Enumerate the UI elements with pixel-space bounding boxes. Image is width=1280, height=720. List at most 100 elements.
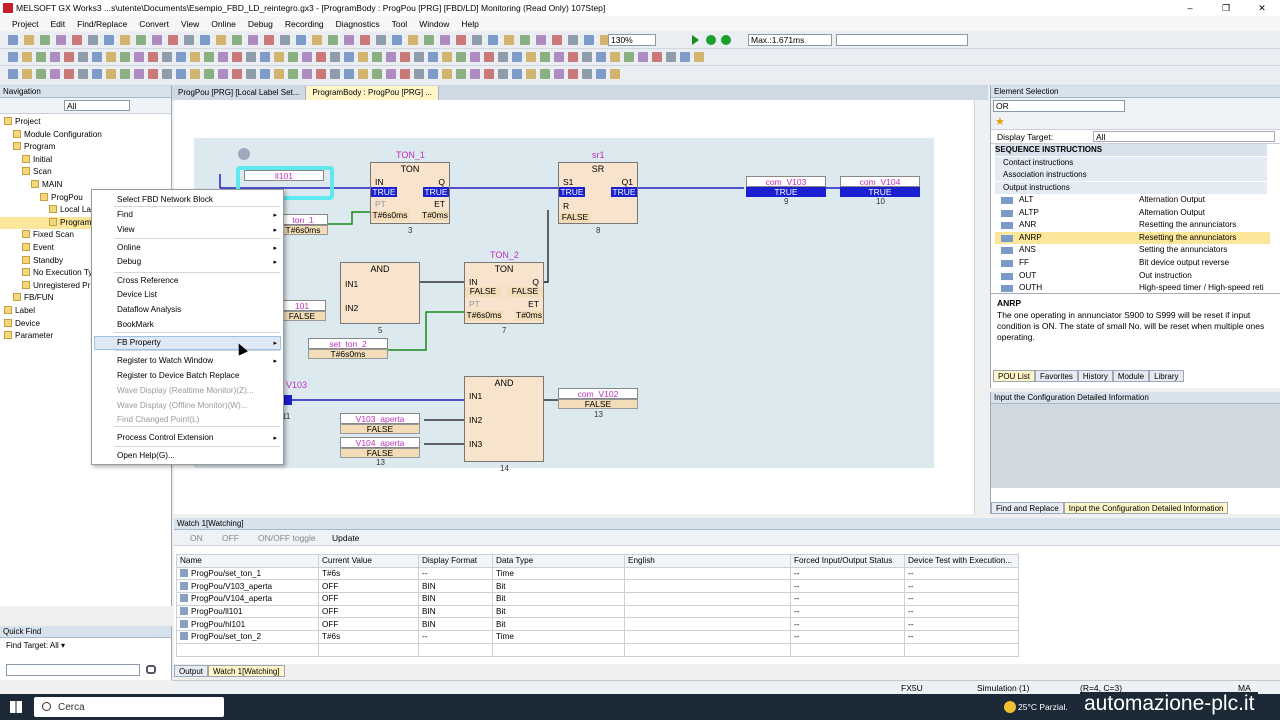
watch-column-header[interactable]: Forced Input/Output Status <box>790 554 905 568</box>
toolbar-tool-icon[interactable] <box>78 69 88 79</box>
nav-item[interactable]: Program <box>0 141 172 154</box>
toolbar-tool-icon[interactable] <box>344 35 354 45</box>
toolbar-tool-icon[interactable] <box>376 35 386 45</box>
toolbar-tool-icon[interactable] <box>386 52 396 62</box>
toolbar-tool-icon[interactable] <box>148 52 158 62</box>
element-category[interactable]: SEQUENCE INSTRUCTIONS <box>995 144 1267 156</box>
toolbar-tool-icon[interactable] <box>584 35 594 45</box>
toolbar-tool-icon[interactable] <box>470 69 480 79</box>
tab-pou-list[interactable]: POU List <box>993 370 1036 382</box>
toolbar-tool-icon[interactable] <box>442 52 452 62</box>
toolbar-tool-icon[interactable] <box>88 35 98 45</box>
element-category[interactable]: Output instructions <box>995 181 1267 194</box>
var-com-v102[interactable]: com_V102 <box>558 388 638 399</box>
quick-find-input[interactable] <box>6 664 140 676</box>
toolbar-tool-icon[interactable] <box>472 35 482 45</box>
menu-online[interactable]: Online <box>205 19 242 29</box>
binoculars-icon[interactable] <box>146 665 156 674</box>
watch-column-header[interactable]: Display Format <box>418 554 493 568</box>
tab-module[interactable]: Module <box>1112 370 1150 382</box>
toolbar-tool-icon[interactable] <box>386 69 396 79</box>
toolbar-tool-icon[interactable] <box>428 52 438 62</box>
tab-library[interactable]: Library <box>1149 370 1184 382</box>
watch-column-header[interactable]: Name <box>176 554 319 568</box>
table-row[interactable]: ProgPou/set_ton_1 T#6s -- Time -- -- <box>176 566 1019 581</box>
menu-convert[interactable]: Convert <box>133 19 175 29</box>
menu-view[interactable]: View <box>175 19 205 29</box>
toolbar-tool-icon[interactable] <box>280 35 290 45</box>
menu-diagnostics[interactable]: Diagnostics <box>330 19 386 29</box>
toolbar-tool-icon[interactable] <box>596 52 606 62</box>
var-ll101[interactable]: ll101 <box>244 170 324 181</box>
toolbar-tool-icon[interactable] <box>540 52 550 62</box>
nav-item[interactable]: Project <box>0 116 172 129</box>
toolbar-tool-icon[interactable] <box>484 69 494 79</box>
display-target-select[interactable]: All <box>1093 131 1275 142</box>
tab-watch[interactable]: Watch 1[Watching] <box>208 665 285 677</box>
toolbar-tool-icon[interactable] <box>302 52 312 62</box>
toolbar-tool-icon[interactable] <box>36 69 46 79</box>
zoom-select[interactable]: 130% <box>608 34 656 46</box>
toolbar-tool-icon[interactable] <box>358 52 368 62</box>
tab-favorites[interactable]: Favorites <box>1035 370 1078 382</box>
toolbar-tool-icon[interactable] <box>392 35 402 45</box>
toolbar-tool-icon[interactable] <box>504 35 514 45</box>
toolbar-tool-icon[interactable] <box>72 35 82 45</box>
block-ton2[interactable]: TON IN Q FALSE FALSE PT ET T#6s0ms T#0ms <box>464 262 544 324</box>
toolbar-tool-icon[interactable] <box>456 69 466 79</box>
toolbar-tool-icon[interactable] <box>50 69 60 79</box>
toolbar-tool-icon[interactable] <box>24 35 34 45</box>
toolbar-tool-icon[interactable] <box>104 35 114 45</box>
toolbar-tool-icon[interactable] <box>372 52 382 62</box>
toolbar-tool-icon[interactable] <box>440 35 450 45</box>
watch-toggle-button[interactable]: ON/OFF toggle <box>258 533 316 543</box>
toolbar-tool-icon[interactable] <box>400 69 410 79</box>
toolbar-tool-icon[interactable] <box>218 52 228 62</box>
element-row[interactable]: ANRP Resetting the annunciators <box>995 231 1270 245</box>
watch-update-button[interactable]: Update <box>332 533 359 543</box>
toolbar-tool-icon[interactable] <box>246 52 256 62</box>
menu-debug[interactable]: Debug <box>242 19 279 29</box>
toolbar-tool-icon[interactable] <box>248 35 258 45</box>
toolbar-tool-icon[interactable] <box>296 35 306 45</box>
element-search-input[interactable]: OR <box>993 100 1125 112</box>
toolbar-tool-icon[interactable] <box>106 69 116 79</box>
toolbar-tool-icon[interactable] <box>232 69 242 79</box>
toolbar-tool-icon[interactable] <box>36 52 46 62</box>
toolbar-tool-icon[interactable] <box>552 35 562 45</box>
vertical-scrollbar[interactable] <box>974 100 986 514</box>
menu-project[interactable]: Project <box>6 19 44 29</box>
toolbar-tool-icon[interactable] <box>120 69 130 79</box>
toolbar-tool-icon[interactable] <box>610 52 620 62</box>
toolbar-tool-icon[interactable] <box>274 52 284 62</box>
toolbar-tool-icon[interactable] <box>442 69 452 79</box>
element-row[interactable]: FF Bit device output reverse <box>995 257 1270 270</box>
toolbar-tool-icon[interactable] <box>168 35 178 45</box>
var-101[interactable]: 101 <box>278 300 326 311</box>
device-select[interactable] <box>836 34 968 46</box>
toolbar-tool-icon[interactable] <box>344 52 354 62</box>
toolbar-tool-icon[interactable] <box>596 69 606 79</box>
watch-on-button[interactable]: ON <box>190 533 203 543</box>
var-v104-aperta[interactable]: V104_aperta <box>340 437 420 448</box>
toolbar-tool-icon[interactable] <box>414 52 424 62</box>
toolbar-tool-icon[interactable] <box>316 52 326 62</box>
toolbar-tool-icon[interactable] <box>288 69 298 79</box>
fbd-editor[interactable]: ll101 ton_1 T#6s0ms TON_1 TON IN Q TRUE … <box>174 100 986 514</box>
context-menu-item[interactable]: Open Help(G)... <box>117 451 175 460</box>
toolbar-tool-icon[interactable] <box>176 52 186 62</box>
context-menu-item[interactable]: Debug <box>117 257 141 266</box>
block-and14[interactable]: AND IN1 IN2 IN3 <box>464 376 544 462</box>
toolbar-tool-icon[interactable] <box>176 69 186 79</box>
context-menu-item[interactable]: BookMark <box>117 320 154 329</box>
toolbar-tool-icon[interactable] <box>414 69 424 79</box>
var-set-ton2[interactable]: set_ton_2 <box>308 338 388 349</box>
toolbar-tool-icon[interactable] <box>92 69 102 79</box>
tab-history[interactable]: History <box>1077 370 1113 382</box>
toolbar-tool-icon[interactable] <box>232 35 242 45</box>
table-row[interactable]: ProgPou/V103_aperta OFF BIN Bit -- -- <box>176 579 1019 594</box>
element-row[interactable]: ALT Alternation Output <box>995 194 1270 207</box>
element-row[interactable]: ALTP Alternation Output <box>995 207 1270 220</box>
tab-local-label[interactable]: ProgPou [PRG] [Local Label Set... <box>172 86 307 100</box>
toolbar-tool-icon[interactable] <box>624 52 634 62</box>
